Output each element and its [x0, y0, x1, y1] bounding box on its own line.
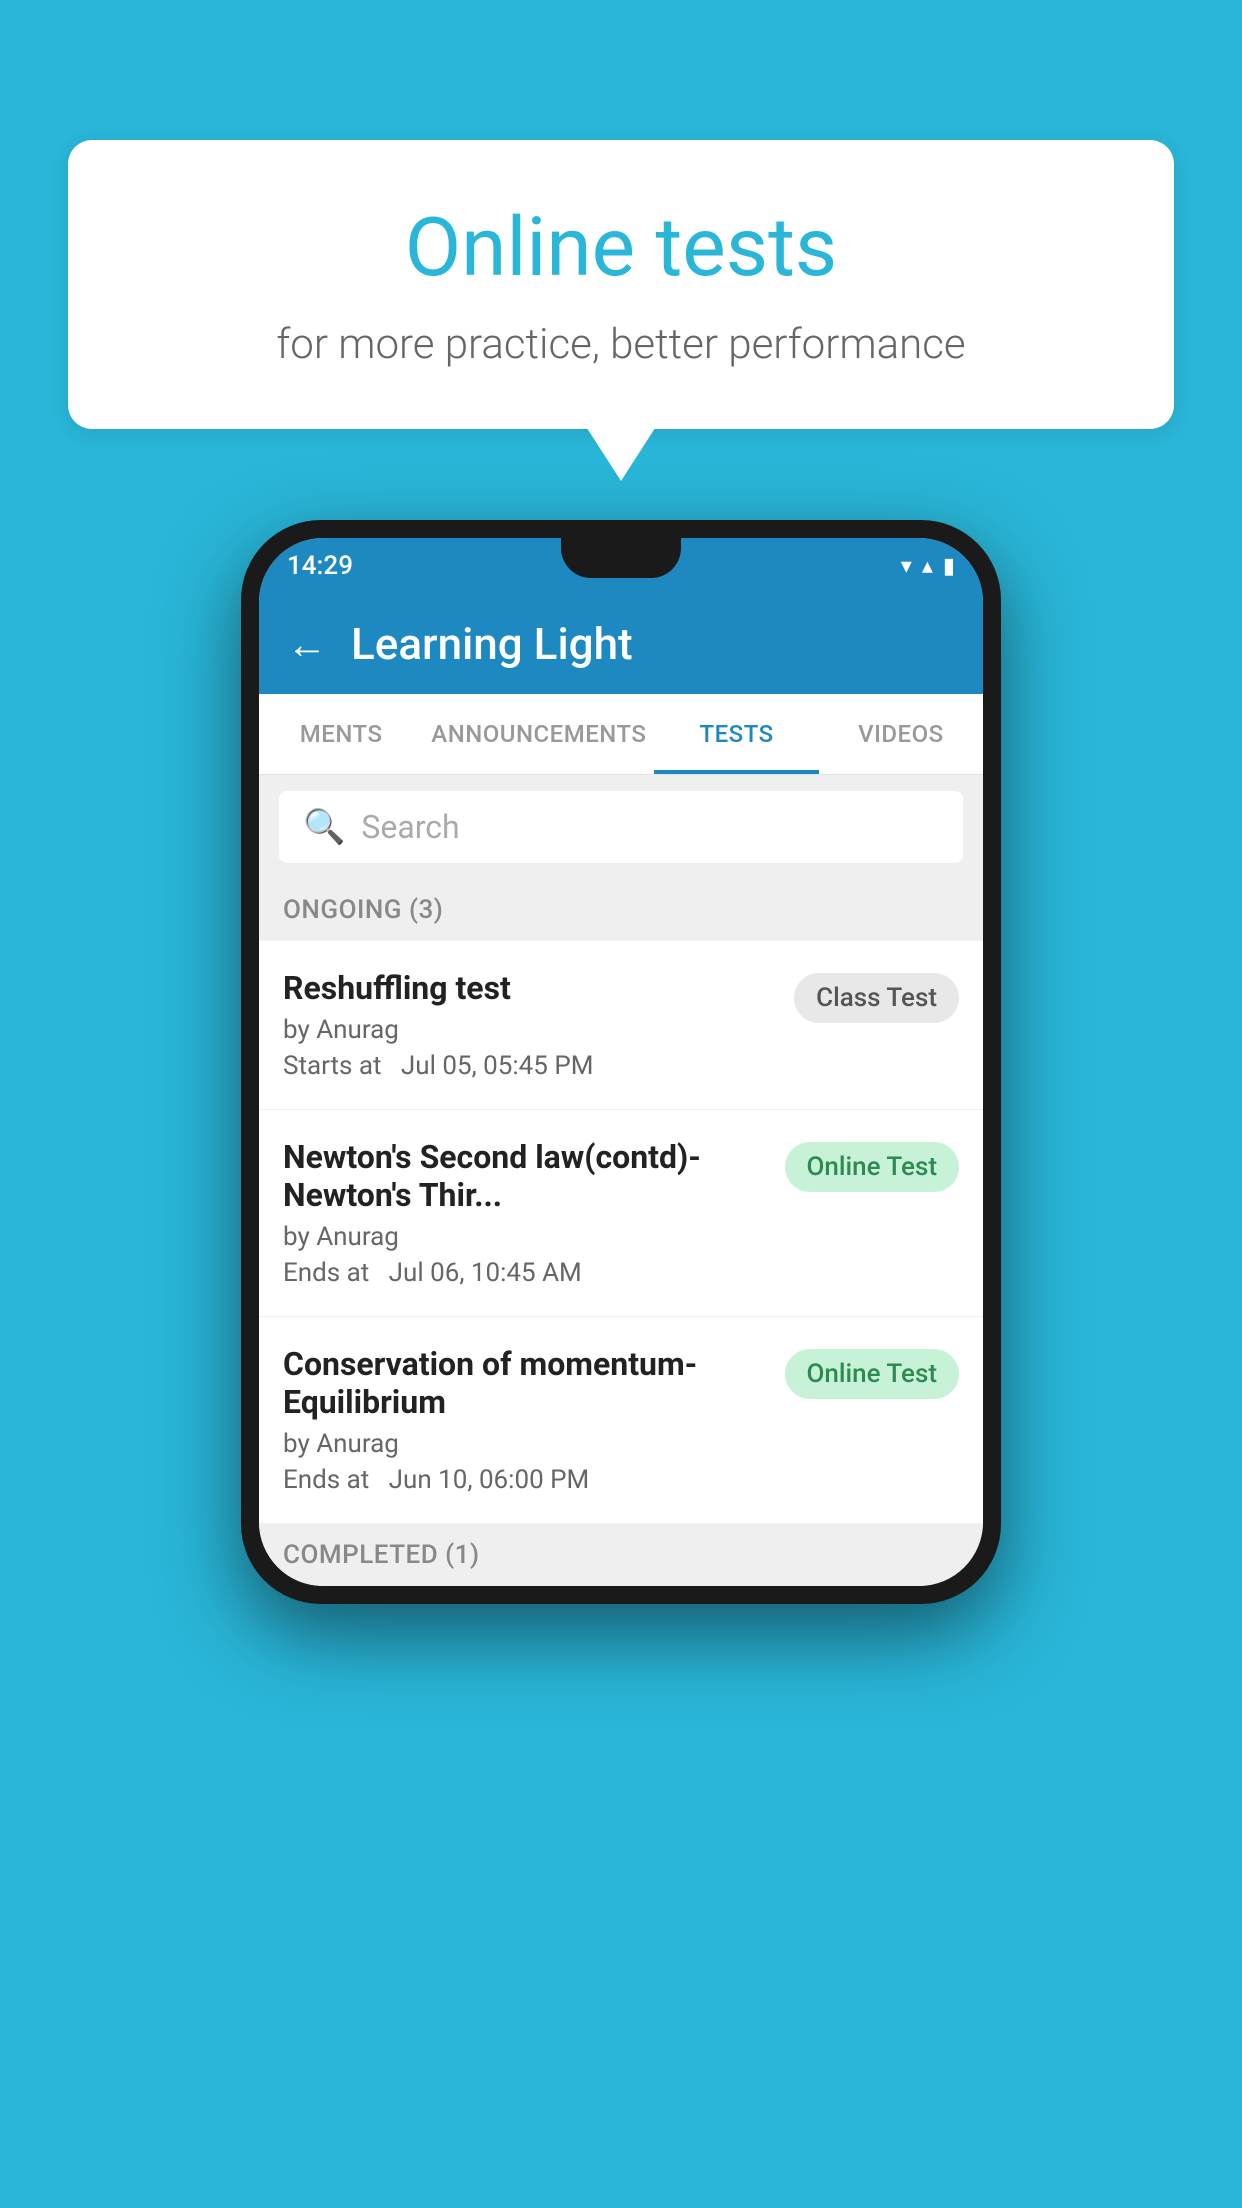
notch [561, 538, 681, 578]
phone-wrapper: 14:29 ▾ ▴ ▮ ← Learning Light MENTS ANNOU… [241, 520, 1001, 1604]
tab-ments[interactable]: MENTS [259, 694, 423, 774]
tabs-container: MENTS ANNOUNCEMENTS TESTS VIDEOS [259, 694, 983, 775]
bubble-title: Online tests [148, 200, 1094, 296]
test-item[interactable]: Reshuffling test by Anurag Starts at Jul… [259, 941, 983, 1110]
app-title: Learning Light [351, 618, 633, 670]
test-badge-online-test: Online Test [785, 1142, 960, 1192]
phone-outer: 14:29 ▾ ▴ ▮ ← Learning Light MENTS ANNOU… [241, 520, 1001, 1604]
test-name: Reshuffling test [283, 969, 774, 1007]
test-item[interactable]: Conservation of momentum-Equilibrium by … [259, 1317, 983, 1524]
test-info: Reshuffling test by Anurag Starts at Jul… [283, 969, 794, 1081]
tab-videos[interactable]: VIDEOS [819, 694, 983, 774]
test-badge-class-test: Class Test [794, 973, 959, 1023]
test-info: Conservation of momentum-Equilibrium by … [283, 1345, 785, 1495]
completed-label: COMPLETED (1) [283, 1540, 480, 1570]
completed-section-header: COMPLETED (1) [259, 1524, 983, 1586]
test-badge-online-test-2: Online Test [785, 1349, 960, 1399]
bubble-subtitle: for more practice, better performance [148, 320, 1094, 369]
test-list: Reshuffling test by Anurag Starts at Jul… [259, 941, 983, 1524]
speech-bubble: Online tests for more practice, better p… [68, 140, 1174, 429]
ongoing-section-header: ONGOING (3) [259, 879, 983, 941]
test-date: Ends at Jun 10, 06:00 PM [283, 1465, 765, 1495]
search-placeholder: Search [361, 808, 459, 846]
status-bar: 14:29 ▾ ▴ ▮ [259, 538, 983, 594]
search-container: 🔍 Search [259, 775, 983, 879]
back-button[interactable]: ← [287, 621, 327, 668]
test-author: by Anurag [283, 1429, 765, 1459]
test-name: Newton's Second law(contd)-Newton's Thir… [283, 1138, 765, 1214]
search-icon: 🔍 [303, 807, 345, 847]
test-info: Newton's Second law(contd)-Newton's Thir… [283, 1138, 785, 1288]
wifi-icon: ▾ [901, 554, 912, 579]
test-item[interactable]: Newton's Second law(contd)-Newton's Thir… [259, 1110, 983, 1317]
test-date: Starts at Jul 05, 05:45 PM [283, 1051, 774, 1081]
search-box[interactable]: 🔍 Search [279, 791, 963, 863]
tab-announcements[interactable]: ANNOUNCEMENTS [423, 694, 654, 774]
ongoing-label: ONGOING (3) [283, 895, 443, 925]
test-author: by Anurag [283, 1222, 765, 1252]
speech-bubble-container: Online tests for more practice, better p… [68, 140, 1174, 429]
signal-icon: ▴ [922, 554, 933, 579]
app-bar: ← Learning Light [259, 594, 983, 694]
tab-tests[interactable]: TESTS [654, 694, 818, 774]
battery-icon: ▮ [943, 554, 955, 579]
test-author: by Anurag [283, 1015, 774, 1045]
phone-screen: 14:29 ▾ ▴ ▮ ← Learning Light MENTS ANNOU… [259, 538, 983, 1586]
status-time: 14:29 [287, 551, 353, 581]
status-icons: ▾ ▴ ▮ [901, 554, 955, 579]
test-name: Conservation of momentum-Equilibrium [283, 1345, 765, 1421]
test-date: Ends at Jul 06, 10:45 AM [283, 1258, 765, 1288]
